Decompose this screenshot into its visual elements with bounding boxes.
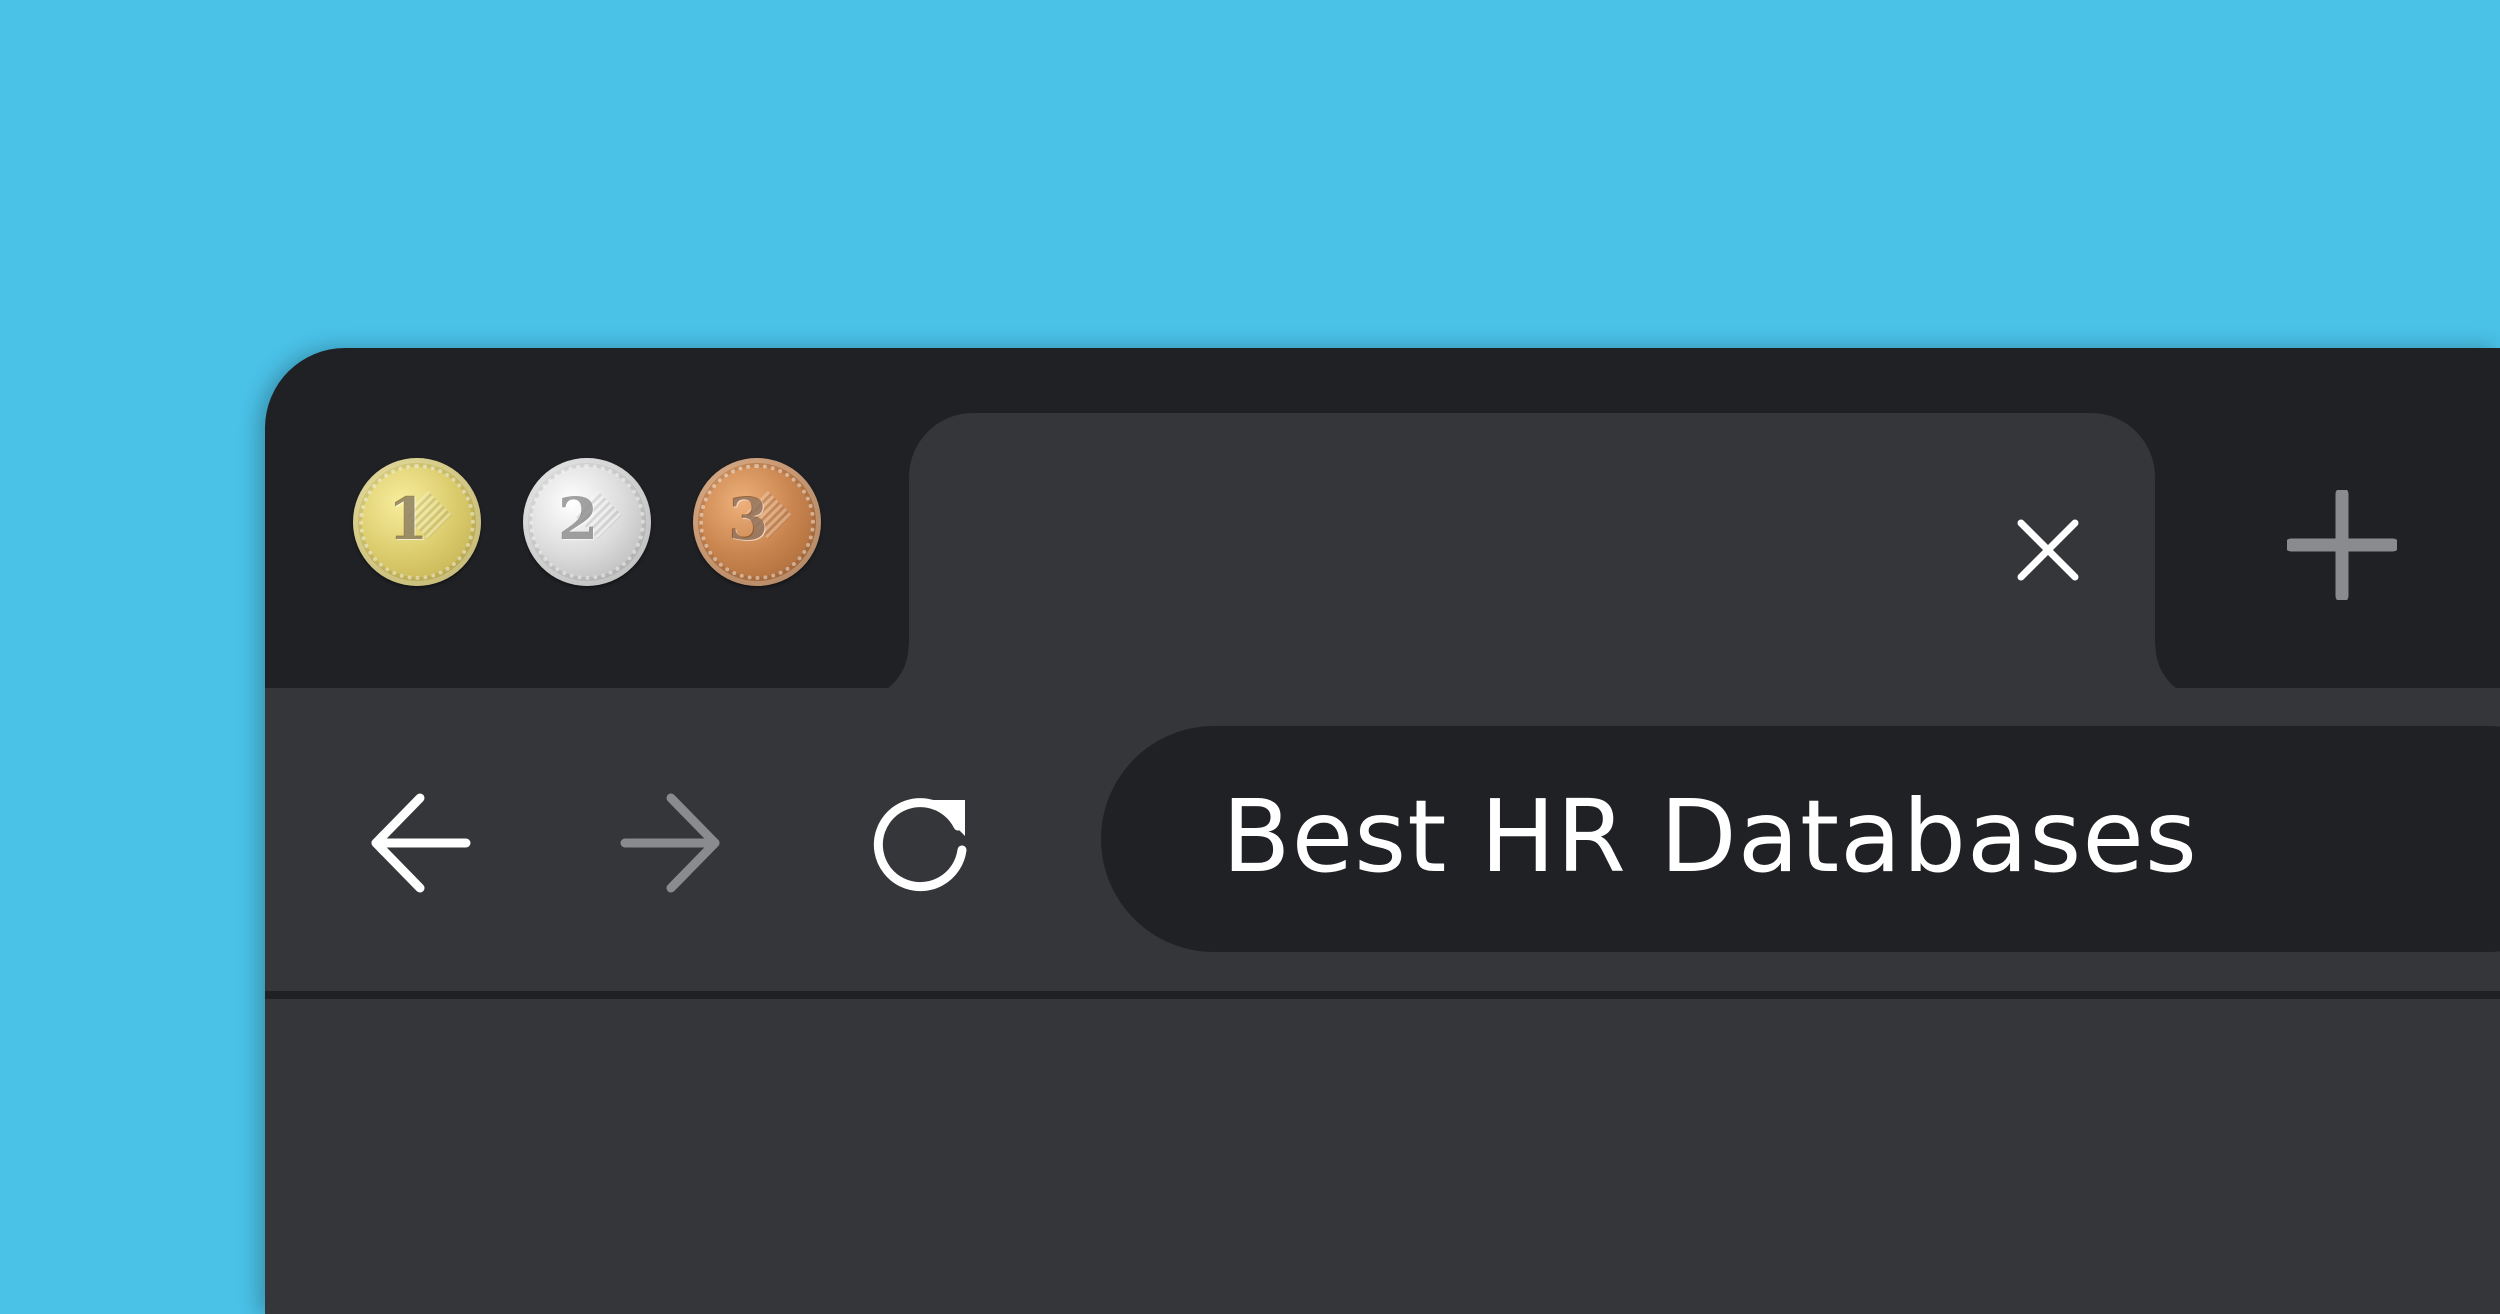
plus-icon[interactable] [2284,487,2400,603]
arrow-right-icon[interactable] [617,788,727,898]
coin-label-3: 3 [727,485,769,553]
active-tab[interactable] [909,413,2155,713]
bronze-coin-control[interactable]: 3 [693,458,821,586]
close-icon[interactable] [2013,515,2083,585]
address-bar-text: Best HR Databases [1222,778,2198,895]
browser-window: 1 2 3 Best HR Databases [265,348,2500,1314]
toolbar-divider [265,991,2500,999]
window-controls: 1 2 3 [353,458,821,586]
page-content-area [265,999,2500,1314]
coin-label-2: 2 [557,485,599,553]
gold-coin-control[interactable]: 1 [353,458,481,586]
address-bar[interactable]: Best HR Databases [1101,726,2500,952]
coin-label-1: 1 [387,485,429,553]
reload-icon[interactable] [865,788,975,898]
arrow-left-icon[interactable] [368,788,478,898]
silver-coin-control[interactable]: 2 [523,458,651,586]
